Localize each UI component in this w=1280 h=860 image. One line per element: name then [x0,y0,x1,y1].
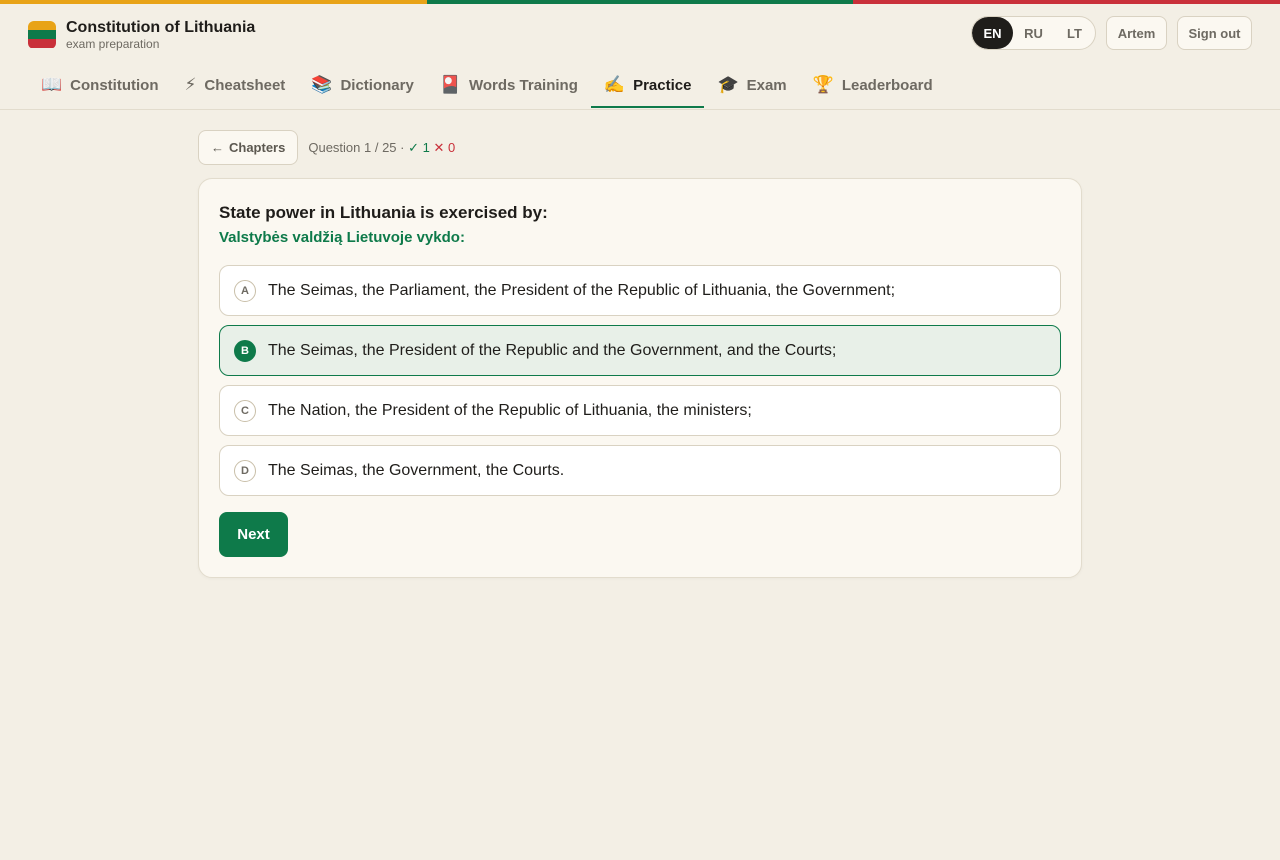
lang-ru-button[interactable]: RU [1013,17,1054,49]
graduation-cap-icon: 🎓 [717,75,739,95]
question-card: State power in Lithuania is exercised by… [198,178,1082,578]
wrong-count: ✕ 0 [433,139,456,155]
user-profile-button[interactable]: Artem [1106,16,1167,50]
tab-cheatsheet[interactable]: ⚡ Cheatsheet [171,64,298,108]
tab-label: Exam [746,76,787,94]
option-text: The Seimas, the Parliament, the Presiden… [268,281,896,299]
app-title: Constitution of Lithuania [66,19,256,36]
correct-count: ✓ 1 [408,139,430,155]
arrow-left-icon: ← [211,140,224,155]
tab-dictionary[interactable]: 📚 Dictionary [298,64,427,108]
trophy-icon: 🏆 [812,75,834,95]
tab-constitution[interactable]: 📖 Constitution [28,64,171,108]
tab-label: Words Training [468,76,578,94]
back-to-chapters-button[interactable]: ← Chapters [198,130,299,165]
tab-label: Constitution [70,76,159,94]
app-subtitle: exam preparation [66,37,160,51]
tab-exam[interactable]: 🎓 Exam [704,64,799,108]
answer-option-c[interactable]: C The Nation, the President of the Repub… [219,385,1061,436]
tab-label: Cheatsheet [204,76,286,94]
books-icon: 📚 [311,75,333,95]
answer-option-b[interactable]: B The Seimas, the President of the Repub… [219,325,1061,376]
tab-leaderboard[interactable]: 🏆 Leaderboard [800,64,946,108]
lang-en-button[interactable]: EN [972,17,1013,49]
option-text: The Nation, the President of the Republi… [268,401,752,419]
option-text: The Seimas, the Government, the Courts. [268,461,565,479]
tab-label: Leaderboard [841,76,933,94]
tab-label: Dictionary [340,76,414,94]
answer-option-d[interactable]: D The Seimas, the Government, the Courts… [219,445,1061,496]
app-header: Constitution of Lithuania exam preparati… [0,4,1280,110]
lang-lt-button[interactable]: LT [1054,17,1095,49]
option-text: The Seimas, the President of the Republi… [268,341,837,359]
language-switcher: EN RU LT [971,16,1096,50]
writing-hand-icon: ✍️ [603,75,626,95]
practice-toolbar: ← Chapters Question 1 / 25 · ✓ 1 ✕ 0 [198,130,455,165]
flash-card-icon: 🎴 [439,75,461,95]
question-text-lt: Valstybės valdžią Lietuvoje vykdo: [219,229,465,246]
answer-option-a[interactable]: A The Seimas, the Parliament, the Presid… [219,265,1061,316]
question-text-en: State power in Lithuania is exercised by… [219,203,548,222]
option-letter: B [234,339,256,362]
option-letter: C [234,399,256,422]
lithuania-flag-icon [28,20,56,49]
open-book-icon: 📖 [41,75,63,95]
option-letter: D [234,459,256,482]
main-nav: 📖 Constitution ⚡ Cheatsheet 📚 Dictionary… [28,64,946,110]
option-letter: A [234,279,256,302]
sign-out-button[interactable]: Sign out [1177,16,1252,50]
progress-text: Question 1 / 25 · [308,139,405,155]
lightning-icon: ⚡ [184,75,197,95]
tab-words-training[interactable]: 🎴 Words Training [427,64,591,108]
back-label: Chapters [229,140,286,155]
tab-label: Practice [633,76,692,94]
brand[interactable]: Constitution of Lithuania exam preparati… [28,18,255,51]
tab-practice[interactable]: ✍️ Practice [590,64,705,108]
question-progress: Question 1 / 25 · ✓ 1 ✕ 0 [308,140,455,156]
next-button[interactable]: Next [219,512,288,557]
